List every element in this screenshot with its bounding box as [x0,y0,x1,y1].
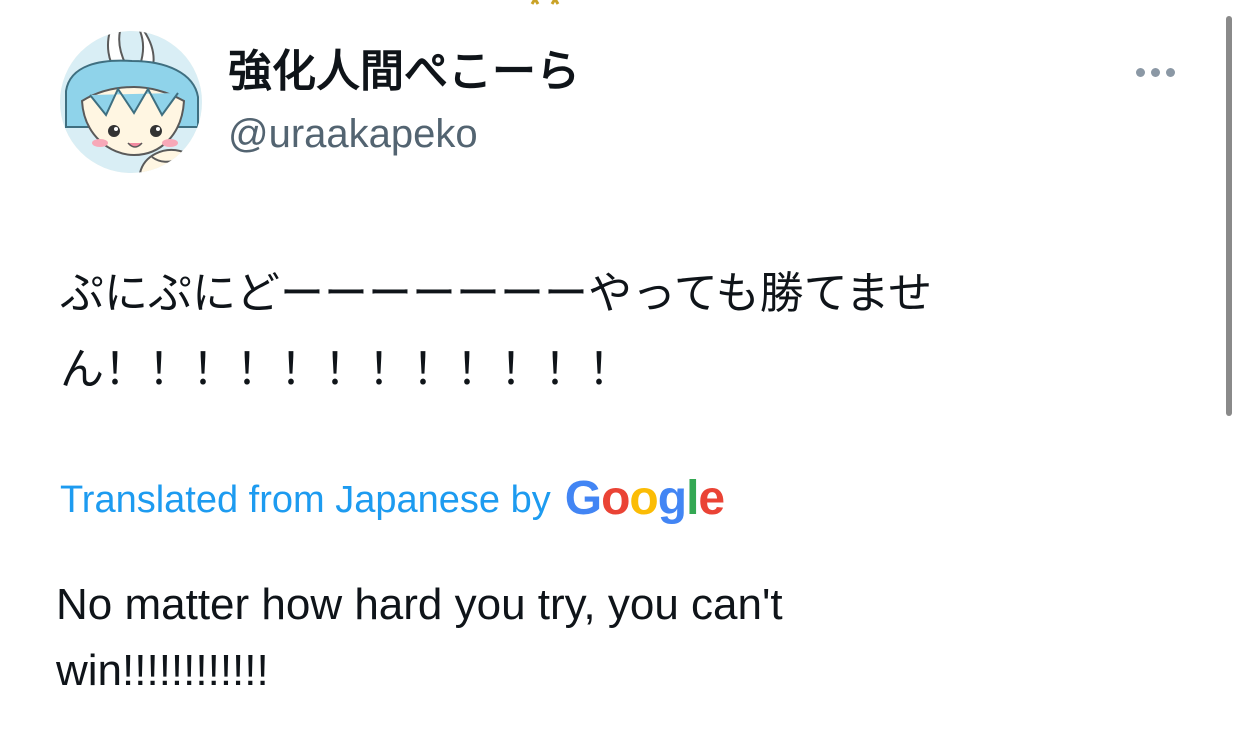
more-options-button[interactable] [1128,56,1182,88]
google-logo-letter: G [564,471,602,525]
avatar-rabbit-girl-icon [60,31,202,173]
author-avatar[interactable] [60,31,202,173]
google-logo-letter: l [686,471,699,525]
author-display-name[interactable]: 強化人間ぺこーら [228,42,580,102]
more-horizontal-icon [1135,67,1145,77]
tweet-text: ぷにぷにどーーーーーーーやっても勝てません！！！！！！！！！！！！ [60,268,933,395]
google-logo-letter: o [629,471,658,525]
scrollbar-thumb[interactable] [1226,16,1232,416]
translated-tweet-text: No matter how hard you try, you can't wi… [56,580,783,695]
translation-attribution[interactable]: Translated from Japanese by Google [60,470,725,530]
google-logo-letter: g [657,471,687,525]
tweet-detail-view: 強化人間ぺこーら @uraakapeko ぷにぷにどーーーーーーーやっても勝てま… [0,0,1242,732]
translated-from-label[interactable]: Translated from Japanese by [60,479,551,522]
google-logo-letter: e [698,471,725,525]
google-logo-letter: o [601,471,630,525]
more-horizontal-icon-dot [1165,67,1175,77]
google-logo: Google [564,471,725,526]
author-handle[interactable]: @uraakapeko [228,108,478,160]
more-horizontal-icon-dot [1150,67,1160,77]
cropped-emoji-icon [530,0,560,5]
